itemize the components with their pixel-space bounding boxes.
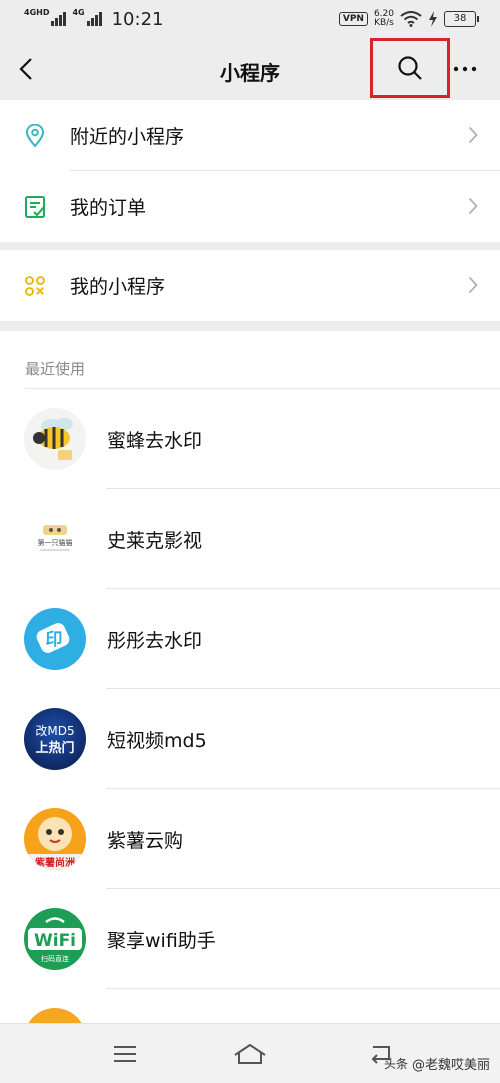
watermark-text: @老魏哎美丽 bbox=[411, 1058, 490, 1073]
chevron-right-icon bbox=[468, 197, 478, 215]
grid-apps-icon bbox=[24, 274, 46, 298]
logo-text: 第一只猫猫 bbox=[38, 538, 73, 547]
home-icon bbox=[234, 1043, 266, 1064]
recent-app-item[interactable]: 印 彤彤去水印 bbox=[0, 589, 500, 689]
sweet-potato-icon: 紫薯尚洲 bbox=[24, 808, 86, 870]
stamp-icon: 印 bbox=[24, 608, 86, 670]
md5-logo-icon: 改MD5 上热门 bbox=[24, 708, 86, 770]
signal-strength-icon: 4G bbox=[72, 8, 102, 26]
bee-icon bbox=[24, 408, 86, 470]
recent-app-item[interactable]: 紫薯尚洲 紫薯云购 bbox=[0, 789, 500, 889]
nav-bar: 小程序 bbox=[0, 38, 500, 100]
partial-app-icon bbox=[24, 1008, 86, 1023]
menu-button[interactable] bbox=[105, 1038, 145, 1070]
recent-app-item[interactable]: 改MD5 上热门 短视频md5 bbox=[0, 689, 500, 789]
app-name: 短视频md5 bbox=[107, 729, 207, 752]
sim1-label: 4GHD bbox=[24, 8, 50, 17]
back-button[interactable] bbox=[14, 54, 38, 84]
vpn-badge: VPN bbox=[338, 12, 368, 26]
app-name: 史莱克影视 bbox=[107, 529, 203, 552]
order-list-icon bbox=[24, 195, 46, 219]
cat-logo-icon: 第一只猫猫 bbox=[24, 508, 86, 570]
app-name: 聚享wifi助手 bbox=[107, 929, 216, 952]
menu-section-mine: 我的小程序 bbox=[0, 250, 500, 321]
app-name: 彤彤去水印 bbox=[107, 629, 203, 652]
home-button[interactable] bbox=[230, 1038, 270, 1070]
recent-app-item[interactable]: 第一只猫猫 史莱克影视 bbox=[0, 489, 500, 589]
network-speed: 6.20 KB/s bbox=[374, 10, 394, 28]
watermark: 头条 @老魏哎美丽 bbox=[384, 1054, 490, 1073]
more-button[interactable] bbox=[450, 54, 480, 84]
search-button[interactable] bbox=[370, 38, 450, 98]
recent-section: 最近使用 蜜蜂去水印 第一只猫猫 史莱克影视 印 彤彤去水印 改MD5 上热门 … bbox=[0, 331, 500, 1023]
chevron-right-icon bbox=[468, 276, 478, 294]
logo-line1: 改MD5 bbox=[35, 724, 74, 738]
system-nav-bar: 头条 @老魏哎美丽 bbox=[0, 1023, 500, 1083]
location-pin-icon bbox=[24, 123, 46, 148]
chevron-right-icon bbox=[468, 126, 478, 144]
recent-app-item[interactable]: WiFi 扫码直连 聚享wifi助手 bbox=[0, 889, 500, 989]
speed-unit: KB/s bbox=[374, 18, 394, 28]
menu-section-primary: 附近的小程序 我的订单 bbox=[0, 100, 500, 242]
app-name: 紫薯云购 bbox=[107, 829, 184, 852]
menu-item-label: 我的订单 bbox=[70, 197, 147, 219]
logo-sub: 扫码直连 bbox=[41, 954, 69, 963]
signal-strength-icon: 4GHD bbox=[24, 8, 67, 26]
menu-item-my-mini-programs[interactable]: 我的小程序 bbox=[0, 250, 500, 321]
clock: 10:21 bbox=[111, 8, 164, 30]
menu-item-nearby[interactable]: 附近的小程序 bbox=[0, 100, 500, 171]
status-bar: 4GHD 4G 10:21 VPN 6.20 KB/s 38 bbox=[0, 0, 500, 38]
recent-app-item[interactable]: 蜜蜂去水印 bbox=[0, 389, 500, 489]
watermark-prefix: 头条 bbox=[383, 1057, 408, 1071]
logo-text: WiFi bbox=[34, 931, 76, 951]
battery-level: 38 bbox=[453, 13, 467, 24]
menu-item-label: 附近的小程序 bbox=[70, 126, 185, 148]
logo-line2: 上热门 bbox=[35, 740, 74, 756]
menu-lines-icon bbox=[114, 1046, 136, 1062]
search-icon bbox=[398, 56, 422, 80]
charging-icon bbox=[429, 11, 437, 27]
menu-item-orders[interactable]: 我的订单 bbox=[0, 171, 500, 242]
logo-text: 紫薯尚洲 bbox=[35, 856, 75, 869]
battery-icon: 38 bbox=[444, 11, 479, 27]
recent-app-item-partial[interactable] bbox=[0, 989, 500, 1023]
sim2-label: 4G bbox=[72, 8, 85, 17]
app-name: 蜜蜂去水印 bbox=[107, 429, 203, 452]
recent-heading: 最近使用 bbox=[0, 331, 500, 389]
logo-text: 印 bbox=[46, 630, 63, 650]
chevron-left-icon bbox=[19, 58, 32, 80]
wifi-icon bbox=[400, 11, 422, 27]
more-dots-icon bbox=[453, 66, 477, 72]
wifi-logo-icon: WiFi 扫码直连 bbox=[24, 908, 86, 970]
menu-item-label: 我的小程序 bbox=[70, 276, 166, 298]
